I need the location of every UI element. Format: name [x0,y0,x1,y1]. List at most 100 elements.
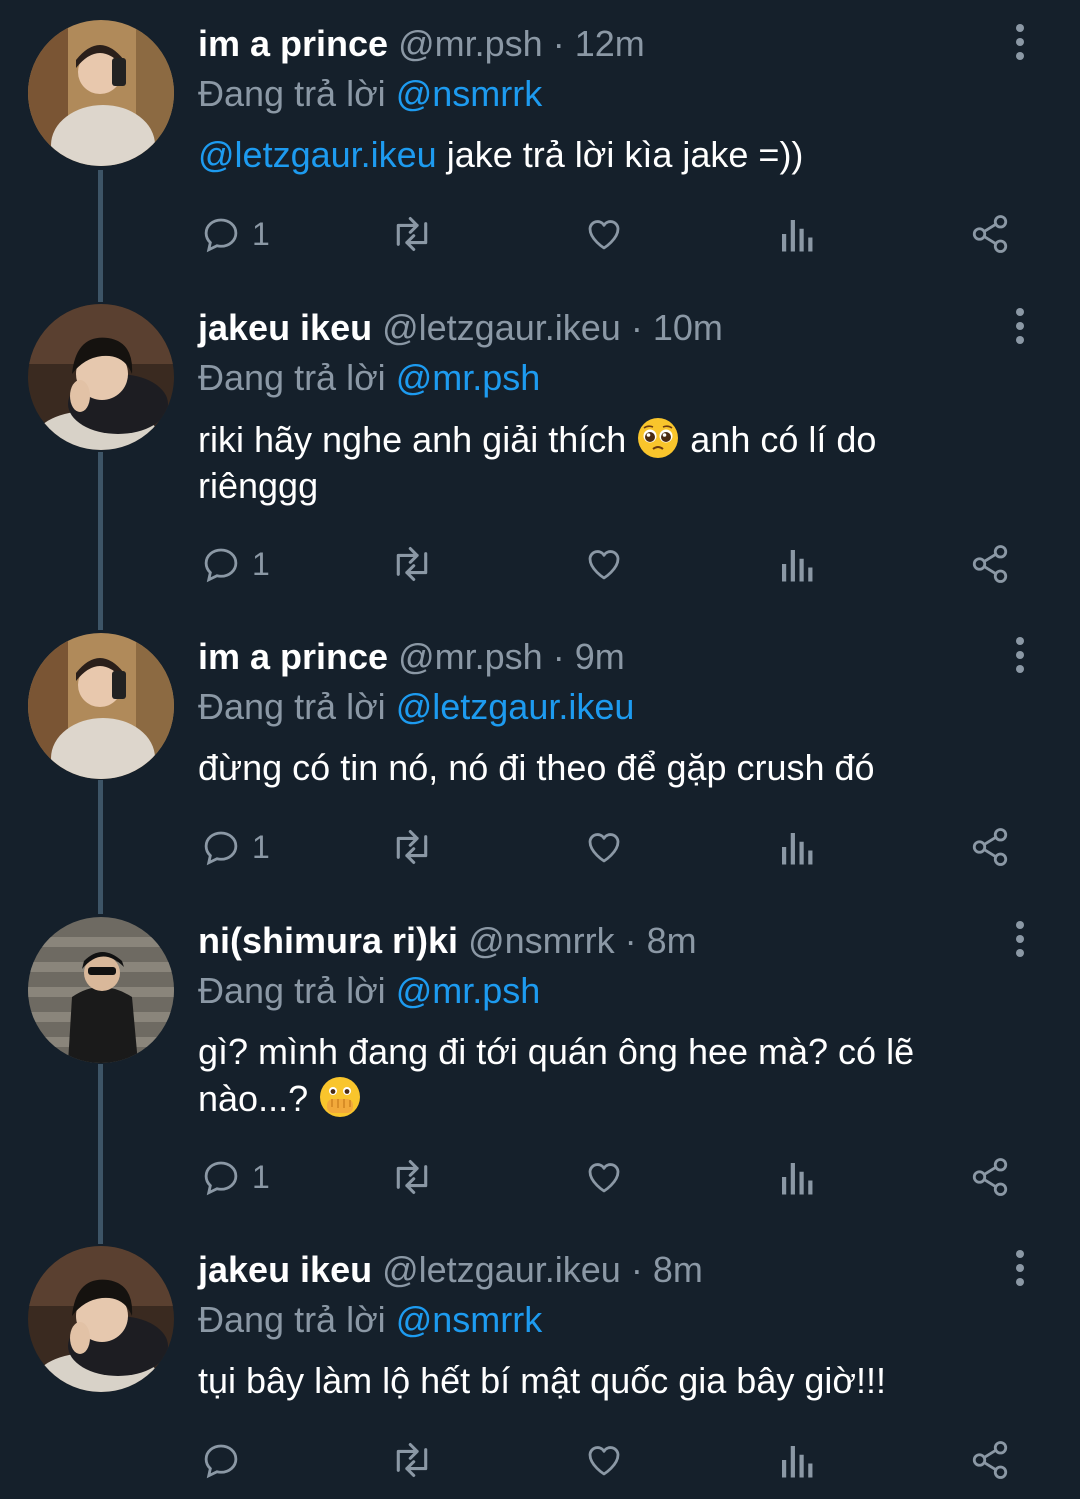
replying-to-label: Đang trả lời [198,686,386,727]
reply-button[interactable]: 1 [200,210,270,258]
reply-count: 1 [252,1158,270,1195]
reply-thread: im a prince @mr.psh · 12m Đang trả lời @… [0,0,1080,1499]
action-bar [0,1436,1080,1496]
views-button[interactable] [776,1153,816,1201]
more-options-icon[interactable] [1000,1248,1040,1288]
more-options-icon[interactable] [1000,635,1040,675]
share-icon [972,545,1008,583]
user-handle[interactable]: @nsmrrk [468,920,615,961]
heart-icon [588,220,620,250]
replying-to-mention[interactable]: @nsmrrk [396,1299,543,1340]
display-name[interactable]: im a prince [198,23,388,64]
separator-dot: · [552,636,565,677]
separator-dot: · [624,920,637,961]
timestamp[interactable]: 8m [653,1249,703,1290]
share-button[interactable] [968,1153,1012,1201]
action-bar: 1 [0,1153,1080,1213]
tweet[interactable]: im a prince @mr.psh · 9m Đang trả lời @l… [0,613,1080,903]
user-handle[interactable]: @mr.psh [398,23,543,64]
share-button[interactable] [968,540,1012,588]
tweet-text-content: gì? mình đang đi tới quán ông hee mà? có… [198,1031,915,1119]
share-icon [972,1441,1008,1479]
separator-dot: · [552,23,565,64]
reply-icon [204,1161,238,1196]
tweet-header: im a prince @mr.psh · 12m [198,20,645,68]
timestamp[interactable]: 12m [575,23,645,64]
avatar[interactable] [28,304,174,450]
heart-icon [588,833,620,863]
retweet-icon [396,1160,428,1194]
more-options-icon[interactable] [1000,22,1040,62]
replying-to: Đang trả lời @mr.psh [198,354,540,402]
reply-count: 1 [252,215,270,252]
like-button[interactable] [582,823,626,871]
tweet-text-content: đừng có tin nó, nó đi theo để gặp crush … [198,747,875,788]
retweet-button[interactable] [388,210,436,258]
display-name[interactable]: im a prince [198,636,388,677]
replying-to-label: Đang trả lời [198,970,386,1011]
avatar[interactable] [28,20,174,166]
tweet[interactable]: jakeu ikeu @letzgaur.ikeu · 10m Đang trả… [0,284,1080,614]
replying-to-mention[interactable]: @letzgaur.ikeu [396,686,635,727]
tweet-header: jakeu ikeu @letzgaur.ikeu · 8m [198,1246,703,1294]
face-hand-over-mouth-emoji-icon [320,1077,361,1117]
user-handle[interactable]: @mr.psh [398,636,543,677]
retweet-icon [396,217,428,251]
timestamp[interactable]: 8m [647,920,697,961]
separator-dot: · [630,1249,643,1290]
reply-button[interactable]: 1 [200,823,270,871]
views-button[interactable] [776,210,816,258]
share-button[interactable] [968,210,1012,258]
retweet-button[interactable] [388,1153,436,1201]
analytics-icon [782,833,813,865]
share-icon [972,1158,1008,1196]
reply-button[interactable] [200,1436,252,1484]
reply-button[interactable]: 1 [200,540,270,588]
replying-to-label: Đang trả lời [198,73,386,114]
tweet-text: gì? mình đang đi tới quán ông hee mà? có… [198,1029,998,1122]
tweet[interactable]: ni(shimura ri)ki @nsmrrk · 8m Đang trả l… [0,897,1080,1227]
tweet-text-content: jake trả lời kìa jake =)) [436,134,804,175]
like-button[interactable] [582,210,626,258]
replying-to-mention[interactable]: @mr.psh [396,970,541,1011]
user-handle[interactable]: @letzgaur.ikeu [382,1249,621,1290]
timestamp[interactable]: 9m [575,636,625,677]
avatar[interactable] [28,1246,174,1392]
like-button[interactable] [582,1436,626,1484]
tweet-header: ni(shimura ri)ki @nsmrrk · 8m [198,917,697,965]
avatar[interactable] [28,917,174,1063]
replying-to-mention[interactable]: @nsmrrk [396,73,543,114]
avatar[interactable] [28,633,174,779]
like-button[interactable] [582,1153,626,1201]
mention-link[interactable]: @letzgaur.ikeu [198,134,437,175]
views-button[interactable] [776,540,816,588]
retweet-button[interactable] [388,1436,436,1484]
reply-icon [204,831,238,866]
heart-icon [588,1163,620,1193]
share-button[interactable] [968,823,1012,871]
display-name[interactable]: jakeu ikeu [198,1249,372,1290]
views-button[interactable] [776,1436,816,1484]
analytics-icon [782,1163,813,1195]
share-button[interactable] [968,1436,1012,1484]
action-bar: 1 [0,823,1080,883]
timestamp[interactable]: 10m [653,307,723,348]
replying-to-mention[interactable]: @mr.psh [396,357,541,398]
tweet[interactable]: im a prince @mr.psh · 12m Đang trả lời @… [0,0,1080,290]
more-options-icon[interactable] [1000,919,1040,959]
heart-icon [588,550,620,580]
user-handle[interactable]: @letzgaur.ikeu [382,307,621,348]
reply-button[interactable]: 1 [200,1153,270,1201]
like-button[interactable] [582,540,626,588]
display-name[interactable]: ni(shimura ri)ki [198,920,458,961]
views-button[interactable] [776,823,816,871]
tweet-text: @letzgaur.ikeu jake trả lời kìa jake =)) [198,132,998,178]
tweet-text-content: riki hãy nghe anh giải thích [198,419,637,460]
heart-icon [588,1446,620,1476]
display-name[interactable]: jakeu ikeu [198,307,372,348]
tweet-text: riki hãy nghe anh giải thích anh có lí d… [198,416,998,509]
retweet-button[interactable] [388,823,436,871]
more-options-icon[interactable] [1000,306,1040,346]
tweet[interactable]: jakeu ikeu @letzgaur.ikeu · 8m Đang trả … [0,1226,1080,1499]
retweet-button[interactable] [388,540,436,588]
